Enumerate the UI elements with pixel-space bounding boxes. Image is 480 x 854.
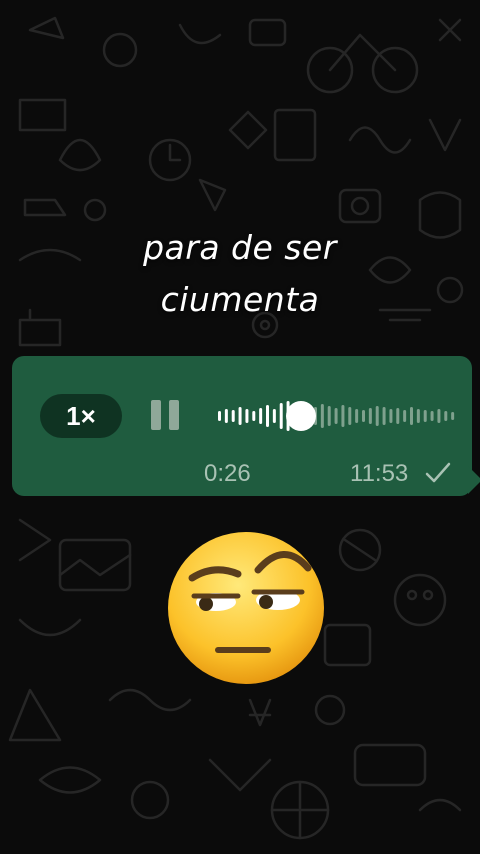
- waveform-bar: [266, 405, 269, 427]
- waveform-bar: [245, 409, 249, 423]
- waveform-bar: [320, 404, 324, 428]
- unamused-face-emoji: [168, 532, 324, 684]
- playback-scrubber-handle[interactable]: [286, 401, 316, 431]
- waveform-bar: [341, 405, 345, 427]
- waveform-bar: [382, 407, 386, 425]
- waveform-bar: [327, 406, 331, 426]
- waveform-bar: [259, 408, 263, 424]
- waveform-bar: [368, 408, 372, 424]
- waveform-bar: [231, 410, 235, 422]
- waveform-bar: [348, 407, 352, 425]
- waveform-bar: [430, 411, 434, 421]
- waveform-bar: [416, 409, 420, 423]
- waveform-bar: [451, 412, 455, 420]
- voice-message-bubble: 1× 0:26 11:53: [12, 356, 480, 496]
- playback-speed-button[interactable]: 1×: [40, 394, 122, 438]
- waveform-bar: [403, 410, 407, 422]
- audio-waveform-slider[interactable]: [217, 386, 457, 446]
- single-check-icon: [425, 462, 451, 483]
- waveform-bar: [423, 410, 427, 422]
- waveform-bar: [272, 409, 276, 423]
- waveform-bar: [279, 403, 283, 429]
- waveform-bar: [389, 409, 393, 423]
- waveform-bar: [252, 411, 256, 421]
- waveform-bar: [410, 407, 413, 425]
- waveform-bar: [355, 409, 359, 423]
- waveform-bar: [396, 408, 400, 424]
- waveform-bar: [224, 409, 228, 423]
- waveform-bar: [218, 411, 221, 421]
- waveform-bar: [437, 409, 441, 423]
- sent-time: 11:53: [350, 460, 409, 487]
- waveform-bar: [375, 406, 379, 426]
- waveform-bar: [362, 410, 365, 422]
- waveform-bar: [238, 407, 242, 425]
- elapsed-time: 0:26: [204, 460, 251, 487]
- video-caption: para de ser ciumenta: [0, 222, 480, 326]
- waveform-bar: [444, 411, 448, 421]
- caption-line-2: ciumenta: [160, 280, 320, 319]
- bubble-tail: [468, 466, 480, 494]
- caption-line-1: para de ser: [143, 228, 337, 267]
- waveform-bar: [334, 408, 338, 424]
- pause-icon[interactable]: [151, 400, 181, 430]
